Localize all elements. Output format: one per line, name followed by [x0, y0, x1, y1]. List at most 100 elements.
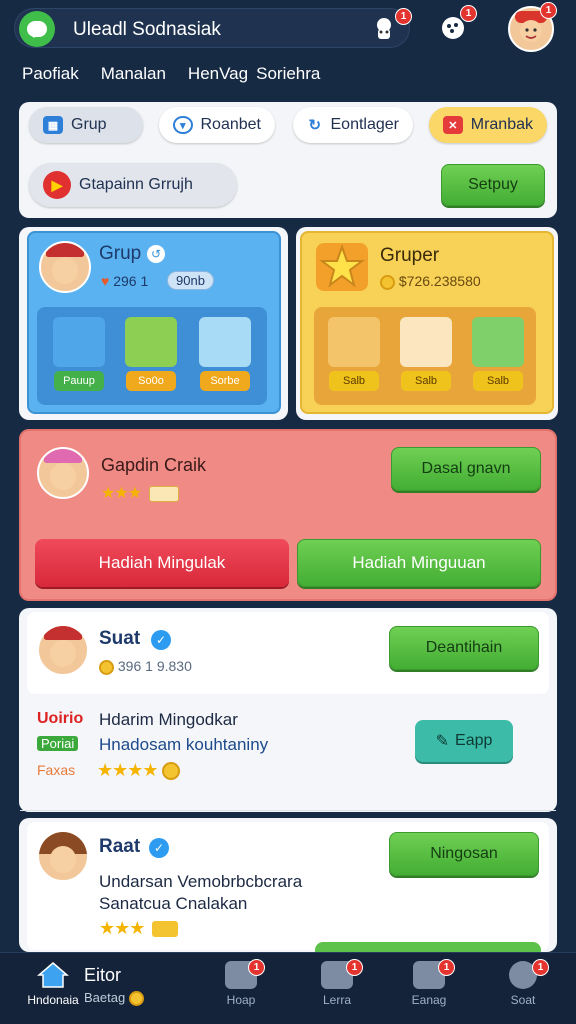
group-tiles: Pauup So0o Sorbe — [37, 307, 267, 405]
tile-label: Salb — [473, 371, 523, 391]
user-avatar — [37, 624, 89, 676]
ningosan-button[interactable]: Ningosan — [389, 832, 539, 876]
nav-soat[interactable]: Soat 1 — [488, 959, 558, 1021]
rating-stars: ★★★ — [99, 918, 179, 939]
tab-henvag[interactable]: HenVag — [188, 64, 248, 90]
profile-avatar[interactable]: 1 — [508, 2, 557, 52]
refresh-icon: ↻ — [308, 117, 322, 134]
app-title: Uleadl Sodnasiak — [73, 19, 221, 40]
game-controller-icon[interactable]: 1 — [436, 5, 477, 45]
notification-badge: 1 — [532, 959, 549, 976]
tile-label: Pauup — [54, 371, 104, 391]
shield-icon: ▾ — [173, 116, 193, 134]
chip-label: Gtapainn Grrujh — [79, 176, 193, 193]
gruper-tile[interactable]: Salb — [398, 315, 454, 395]
pencil-icon: ✎ — [435, 733, 450, 750]
group-tile[interactable]: Sorbe — [197, 315, 253, 395]
nav-eanag[interactable]: Eanag 1 — [394, 959, 464, 1021]
flag-icon: ✕ — [443, 116, 463, 134]
top-bar: Uleadl Sodnasiak 1 1 1 — [0, 0, 576, 56]
line-text: Hdarim Mingodkar — [99, 710, 238, 729]
promo-title: Gapdin Craik — [101, 455, 207, 475]
chip-roanbet[interactable]: ▾ Roanbet — [159, 107, 275, 143]
notification-badge: 1 — [395, 8, 412, 25]
feed-text: Undarsan Vemobrbcbcrara — [99, 872, 303, 891]
nav-label: Lerra — [322, 993, 351, 1007]
gruper-amount: $726.238580 — [380, 273, 481, 290]
group-tile[interactable]: Pauup — [51, 315, 107, 395]
coin-icon — [380, 274, 395, 290]
coin-icon — [161, 762, 180, 781]
bottom-navbar: Hndonaia Eitor Baetag Hoap 1 Lerra 1 Ean… — [0, 952, 576, 1024]
filter-panel: ▦ Grup ▾ Roanbet ↻ Eontlager ✕ Mranbak ▶… — [19, 102, 557, 218]
user-name: Raat — [99, 836, 141, 857]
chat-icon[interactable] — [19, 11, 55, 47]
group-tile[interactable]: So0o — [123, 315, 179, 395]
setpuy-button[interactable]: Setpuy — [441, 164, 545, 206]
promo-card: Gapdin Craik ★★★ Dasal gnavn Hadiah Ming… — [19, 429, 557, 601]
notification-badge: 1 — [540, 2, 557, 19]
character-icon — [199, 317, 251, 367]
nav-label: Soat — [510, 993, 536, 1007]
chip-mranbak[interactable]: ✕ Mranbak — [429, 107, 547, 143]
gruper-title: Gruper — [380, 245, 440, 266]
heart-icon: ♥ — [101, 273, 110, 289]
nav-label: Eanag — [411, 993, 447, 1007]
tile-label: Salb — [401, 371, 451, 391]
group-title: Grup — [99, 243, 142, 264]
nav-lerra[interactable]: Lerra 1 — [302, 959, 372, 1021]
user-coins: 396 1 9.830 — [99, 658, 192, 675]
user-name: Suat — [99, 628, 141, 649]
nav-sub: Baetag — [84, 990, 184, 1007]
group-card[interactable]: Grup ↺ ♥ 296 1 90nb Pauup So0o Sorbe — [19, 227, 288, 420]
feed-card: Suat ✓ 396 1 9.830 Deantihain Uoirio Hda… — [19, 608, 557, 812]
money-icon — [472, 317, 524, 367]
tab-manalan[interactable]: Manalan — [101, 64, 166, 90]
gruper-tiles: Salb Salb Salb — [314, 307, 536, 405]
feed-text: Sanatcua Cnalakan — [99, 894, 248, 913]
character-icon — [53, 317, 105, 367]
firecracker-icon — [328, 317, 380, 367]
gruper-card[interactable]: Gruper $726.238580 Salb Salb Salb — [296, 227, 558, 420]
nav-label: Eitor — [84, 965, 122, 985]
line-label: Faxas — [37, 762, 76, 778]
nav-label: Hoap — [226, 993, 256, 1007]
promo-avatar — [37, 447, 89, 499]
character-icon — [400, 317, 452, 367]
chip-gtapainn[interactable]: ▶ Gtapainn Grrujh — [29, 163, 237, 207]
rating-stars: ★★★ — [101, 483, 180, 503]
chip-eontlager[interactable]: ↻ Eontlager — [293, 107, 413, 143]
tile-label: Sorbe — [200, 371, 250, 391]
line-label: Poriai — [37, 736, 79, 751]
group-tag: 90nb — [167, 271, 214, 290]
home-icon — [36, 961, 70, 989]
gruper-tile[interactable]: Salb — [470, 315, 526, 395]
coin-icon — [99, 659, 114, 675]
hadiah-minguuan-button[interactable]: Hadiah Minguuan — [297, 539, 541, 587]
tile-label: Salb — [329, 371, 379, 391]
chip-label: Grup — [71, 116, 107, 133]
chip-grup[interactable]: ▦ Grup — [29, 107, 143, 143]
search-bar[interactable]: Uleadl Sodnasiak 1 — [14, 8, 412, 48]
nav-home[interactable]: Hndonaia — [18, 961, 88, 1021]
hadiah-mingulak-button[interactable]: Hadiah Mingulak — [35, 539, 289, 587]
star-icon — [316, 243, 368, 291]
grid-icon: ▦ — [43, 116, 63, 134]
rating-stars: ★★★★ — [97, 760, 180, 781]
eapp-button[interactable]: ✎ Eapp — [415, 720, 513, 762]
deantihain-button[interactable]: Deantihain — [389, 626, 539, 670]
chip-label: Roanbet — [200, 116, 262, 133]
action-button[interactable] — [315, 942, 541, 952]
nav-hoap[interactable]: Hoap 1 — [206, 959, 276, 1021]
notification-badge: 1 — [438, 959, 455, 976]
chip-label: Eontlager — [330, 116, 400, 133]
tab-soriehra[interactable]: Soriehra — [256, 64, 320, 90]
tab-paofiak[interactable]: Paofiak — [22, 64, 79, 90]
info-icon: ↺ — [147, 245, 165, 263]
line-label: Uoirio — [37, 710, 84, 727]
chef-icon[interactable]: 1 — [367, 8, 412, 46]
nav-profile[interactable]: Eitor Baetag — [84, 961, 184, 1021]
dasal-gnavn-button[interactable]: Dasal gnavn — [391, 447, 541, 491]
group-avatar — [39, 241, 91, 293]
gruper-tile[interactable]: Salb — [326, 315, 382, 395]
